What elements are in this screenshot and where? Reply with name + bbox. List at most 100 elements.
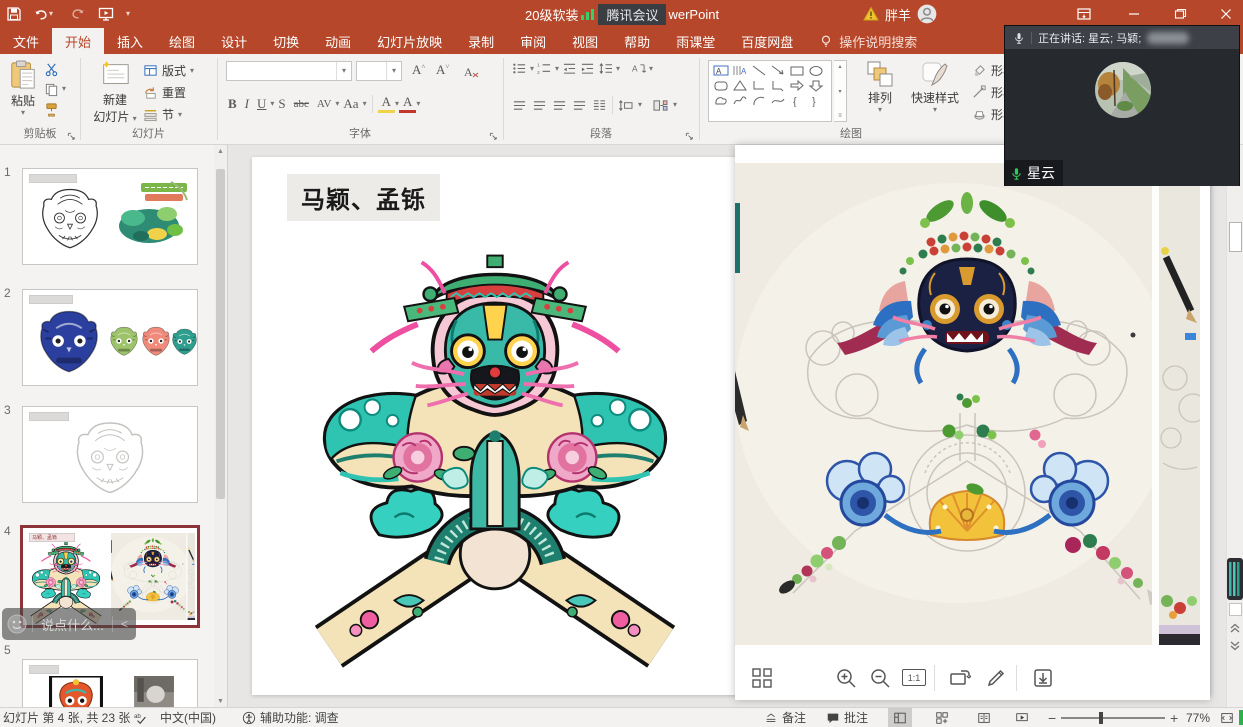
text-shadow-button[interactable]: S xyxy=(274,96,289,112)
previous-slide-button[interactable] xyxy=(1228,621,1242,635)
tab-file[interactable]: 文件 xyxy=(0,28,52,54)
font-color-caret[interactable]: ▾ xyxy=(416,100,420,108)
normal-view-button[interactable] xyxy=(888,708,912,727)
character-spacing-button[interactable]: AV xyxy=(313,98,335,110)
align-text-button[interactable] xyxy=(618,99,633,112)
clipboard-dialog-launcher[interactable] xyxy=(67,132,76,141)
tab-review[interactable]: 审阅 xyxy=(507,28,559,54)
viewer-download-button[interactable] xyxy=(1032,667,1054,689)
save-icon[interactable] xyxy=(6,6,22,22)
slide-thumbnail-3[interactable] xyxy=(22,406,198,503)
editor-scrollbar-thumb[interactable] xyxy=(1229,222,1242,252)
next-slide-button[interactable] xyxy=(1228,639,1242,653)
scroll-box-button[interactable] xyxy=(1229,603,1242,616)
change-case-caret[interactable]: ▾ xyxy=(363,100,367,108)
tab-animations[interactable]: 动画 xyxy=(312,28,364,54)
tab-draw[interactable]: 绘图 xyxy=(156,28,208,54)
editor-vertical-scrollbar[interactable] xyxy=(1226,145,1243,707)
text-direction-caret[interactable]: ▾ xyxy=(649,65,653,73)
convert-smartart-button[interactable] xyxy=(653,99,668,112)
bullets-caret[interactable]: ▾ xyxy=(530,65,534,73)
viewer-thumbnails-button[interactable] xyxy=(751,667,773,689)
start-slideshow-button[interactable] xyxy=(98,6,114,22)
fit-slide-button[interactable] xyxy=(1220,708,1234,727)
text-direction-button[interactable] xyxy=(631,62,646,75)
change-case-button[interactable]: Aa xyxy=(339,96,362,112)
bold-button[interactable]: B xyxy=(224,96,241,112)
tab-rain-classroom[interactable]: 雨课堂 xyxy=(663,28,728,54)
highlight-color-button[interactable]: A xyxy=(378,94,395,113)
tab-design[interactable]: 设计 xyxy=(208,28,260,54)
slideshow-view-button[interactable] xyxy=(1010,708,1034,727)
viewer-actual-size-button[interactable]: 1:1 xyxy=(902,669,926,686)
account-name[interactable]: 胖羊 xyxy=(885,5,911,24)
tab-slideshow[interactable]: 幻灯片放映 xyxy=(364,28,455,54)
zoom-out-button[interactable]: − xyxy=(1048,708,1056,727)
zoom-in-button[interactable]: + xyxy=(1170,708,1178,727)
slide-thumbnail-5[interactable] xyxy=(22,659,198,707)
spell-check-icon[interactable] xyxy=(134,708,148,727)
collapse-bubble-button[interactable]: < xyxy=(113,617,136,631)
italic-button[interactable]: I xyxy=(241,96,253,112)
warning-icon[interactable] xyxy=(863,6,879,22)
shapes-gallery-scroll[interactable]: ▴▾≡ xyxy=(834,60,847,122)
copy-caret[interactable]: ▾ xyxy=(62,85,66,93)
maximize-button[interactable] xyxy=(1163,0,1197,28)
align-center-button[interactable] xyxy=(532,99,547,112)
font-size-combobox[interactable]: ▾ xyxy=(356,61,402,81)
cut-button[interactable] xyxy=(44,62,59,77)
zoom-slider-thumb[interactable] xyxy=(1099,712,1103,724)
zoom-slider[interactable] xyxy=(1061,708,1165,727)
meeting-chat-bubble[interactable]: 说点什么... < xyxy=(2,608,136,640)
paste-button[interactable]: 粘贴 ▾ xyxy=(6,60,40,126)
arrange-button[interactable]: 排列▾ xyxy=(858,59,902,114)
meeting-overlay-window[interactable]: 正在讲话: 星云; 马颖; 星云 xyxy=(1004,25,1240,186)
quick-styles-button[interactable]: 快速样式▾ xyxy=(906,59,964,114)
viewer-zoom-out-button[interactable] xyxy=(869,667,891,689)
tab-transitions[interactable]: 切换 xyxy=(260,28,312,54)
align-left-button[interactable] xyxy=(512,99,527,112)
meeting-video-area[interactable]: 星云 xyxy=(1005,49,1239,186)
tab-home[interactable]: 开始 xyxy=(52,28,104,54)
font-name-combobox[interactable]: ▾ xyxy=(226,61,352,81)
new-slide-button[interactable]: 新建 幻灯片 ▾ xyxy=(93,59,137,129)
clear-formatting-button[interactable]: A xyxy=(464,64,480,80)
ribbon-display-options-button[interactable] xyxy=(1067,0,1101,28)
font-dialog-launcher[interactable] xyxy=(489,132,498,141)
decrease-indent-button[interactable] xyxy=(562,62,577,75)
slide-sorter-view-button[interactable] xyxy=(930,708,954,727)
tab-view[interactable]: 视图 xyxy=(559,28,611,54)
chat-input-placeholder[interactable]: 说点什么... xyxy=(33,615,112,634)
slide-title[interactable]: 马颖、孟铄 xyxy=(287,174,440,221)
format-painter-button[interactable] xyxy=(44,102,59,117)
language-indicator[interactable]: 中文(中国) xyxy=(160,708,216,727)
viewer-rotate-button[interactable] xyxy=(949,667,971,689)
convert-smartart-caret[interactable]: ▾ xyxy=(673,101,677,109)
font-color-button[interactable]: A xyxy=(399,94,416,113)
slide-thumbnail-2[interactable] xyxy=(22,289,198,386)
reading-view-button[interactable] xyxy=(972,708,996,727)
strikethrough-button[interactable]: abc xyxy=(290,98,313,110)
tell-me-search[interactable]: 操作说明搜索 xyxy=(806,28,930,54)
close-button[interactable] xyxy=(1209,0,1243,28)
tab-record[interactable]: 录制 xyxy=(455,28,507,54)
tab-help[interactable]: 帮助 xyxy=(611,28,663,54)
emoji-smiley-icon[interactable] xyxy=(6,613,28,635)
reset-button[interactable]: 重置 xyxy=(143,84,186,101)
thumbnail-scrollbar-thumb[interactable] xyxy=(216,169,225,499)
customize-quick-access-button[interactable]: ▾ xyxy=(126,10,130,18)
shrink-font-button[interactable]: A˅ xyxy=(432,62,453,78)
viewer-zoom-in-button[interactable] xyxy=(835,667,857,689)
thumbnail-scrollbar[interactable]: ▲ ▼ xyxy=(214,145,227,707)
viewer-edit-button[interactable] xyxy=(985,667,1007,689)
columns-button[interactable] xyxy=(592,99,607,112)
align-text-caret[interactable]: ▾ xyxy=(638,101,642,109)
thumbnail-scroll-up-icon[interactable]: ▲ xyxy=(214,145,227,155)
accessibility-status[interactable]: 辅助功能: 调查 xyxy=(242,708,339,727)
redo-button[interactable] xyxy=(70,6,86,22)
justify-button[interactable] xyxy=(572,99,587,112)
tab-baidu-netdisk[interactable]: 百度网盘 xyxy=(728,28,806,54)
numbering-caret[interactable]: ▾ xyxy=(555,65,559,73)
kite-illustration[interactable] xyxy=(300,243,690,668)
layout-button[interactable]: 版式▾ xyxy=(143,62,194,79)
